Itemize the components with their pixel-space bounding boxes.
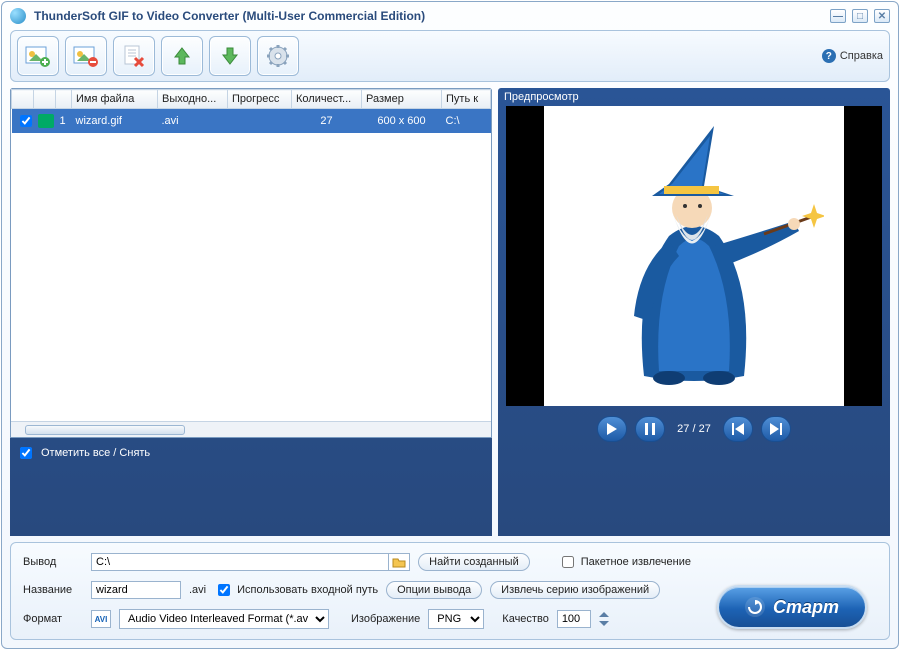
prev-frame-button[interactable] xyxy=(723,416,753,442)
batch-extract-checkbox[interactable]: Пакетное извлечение xyxy=(558,553,691,571)
toolbar: ? Справка xyxy=(10,30,890,82)
minimize-button[interactable]: — xyxy=(830,9,846,23)
wizard-illustration xyxy=(564,116,824,396)
row-count: 27 xyxy=(292,109,362,134)
titlebar: ThunderSoft GIF to Video Converter (Mult… xyxy=(2,2,898,30)
name-label: Название xyxy=(23,584,83,596)
format-select[interactable]: Audio Video Interleaved Format (*.avi) xyxy=(119,609,329,629)
output-label: Вывод xyxy=(23,556,83,568)
horizontal-scrollbar[interactable] xyxy=(11,421,491,437)
col-size[interactable]: Размер xyxy=(362,90,442,109)
maximize-button[interactable]: □ xyxy=(852,9,868,23)
app-window: ThunderSoft GIF to Video Converter (Mult… xyxy=(1,1,899,649)
select-all-checkbox[interactable] xyxy=(20,447,32,459)
row-progress xyxy=(228,109,292,134)
find-created-button[interactable]: Найти созданный xyxy=(418,553,530,571)
add-image-icon xyxy=(25,44,51,68)
app-icon xyxy=(10,8,26,24)
row-index: 1 xyxy=(56,109,72,134)
format-icon: AVI xyxy=(91,610,111,628)
image-label: Изображение xyxy=(351,613,420,625)
remove-image-icon xyxy=(73,44,99,68)
col-filename[interactable]: Имя файла xyxy=(72,90,158,109)
row-size: 600 x 600 xyxy=(362,109,442,134)
move-down-button[interactable] xyxy=(209,36,251,76)
refresh-icon xyxy=(745,597,765,617)
image-format-select[interactable]: PNG xyxy=(428,609,484,629)
remove-file-button[interactable] xyxy=(65,36,107,76)
file-list-panel: Имя файла Выходно... Прогресс Количест..… xyxy=(10,88,492,536)
player-controls: 27 / 27 xyxy=(498,406,890,454)
help-label: Справка xyxy=(840,50,883,62)
add-file-button[interactable] xyxy=(17,36,59,76)
preview-title: Предпросмотр xyxy=(498,88,890,106)
clear-list-button[interactable] xyxy=(113,36,155,76)
move-up-button[interactable] xyxy=(161,36,203,76)
table-row[interactable]: 1 wizard.gif .avi 27 600 x 600 C:\ xyxy=(12,109,491,134)
arrow-down-icon xyxy=(219,45,241,67)
clear-list-icon xyxy=(121,44,147,68)
extract-series-button[interactable]: Извлечь серию изображений xyxy=(490,581,660,599)
help-link[interactable]: ? Справка xyxy=(822,49,883,63)
preview-panel: Предпросмотр xyxy=(498,88,890,536)
col-thumb[interactable] xyxy=(34,90,56,109)
row-output: .avi xyxy=(158,109,228,134)
select-all-label: Отметить все / Снять xyxy=(41,447,150,459)
arrow-up-icon xyxy=(171,45,193,67)
output-path-input[interactable] xyxy=(91,553,388,571)
window-title: ThunderSoft GIF to Video Converter (Mult… xyxy=(34,9,425,23)
row-filename: wizard.gif xyxy=(72,109,158,134)
next-frame-button[interactable] xyxy=(761,416,791,442)
folder-open-icon xyxy=(392,556,406,568)
output-options-button[interactable]: Опции вывода xyxy=(386,581,482,599)
preview-viewport xyxy=(506,106,882,406)
format-label: Формат xyxy=(23,613,83,625)
close-button[interactable]: ✕ xyxy=(874,9,890,23)
col-progress[interactable]: Прогресс xyxy=(228,90,292,109)
play-button[interactable] xyxy=(597,416,627,442)
help-icon: ? xyxy=(822,49,836,63)
start-button[interactable]: Старт xyxy=(717,585,867,629)
row-thumbnail-icon xyxy=(38,114,54,128)
gear-icon xyxy=(266,44,290,68)
quality-spinner[interactable] xyxy=(599,610,609,628)
file-table: Имя файла Выходно... Прогресс Количест..… xyxy=(11,89,491,133)
frame-counter: 27 / 27 xyxy=(673,423,715,435)
quality-input[interactable] xyxy=(557,610,591,628)
row-path: C:\ xyxy=(442,109,491,134)
name-ext: .avi xyxy=(189,584,206,596)
row-checkbox[interactable] xyxy=(20,115,32,127)
use-input-path-checkbox[interactable]: Использовать входной путь xyxy=(214,581,378,599)
col-index[interactable] xyxy=(56,90,72,109)
col-count[interactable]: Количест... xyxy=(292,90,362,109)
output-settings-panel: Вывод Найти созданный Пакетное извлечени… xyxy=(10,542,890,640)
browse-output-button[interactable] xyxy=(388,553,410,571)
pause-button[interactable] xyxy=(635,416,665,442)
name-input[interactable] xyxy=(91,581,181,599)
table-empty-area xyxy=(11,133,491,421)
settings-button[interactable] xyxy=(257,36,299,76)
col-output[interactable]: Выходно... xyxy=(158,90,228,109)
col-path[interactable]: Путь к xyxy=(442,90,491,109)
preview-image xyxy=(544,106,844,406)
col-check[interactable] xyxy=(12,90,34,109)
quality-label: Качество xyxy=(502,613,549,625)
start-label: Старт xyxy=(773,597,839,618)
